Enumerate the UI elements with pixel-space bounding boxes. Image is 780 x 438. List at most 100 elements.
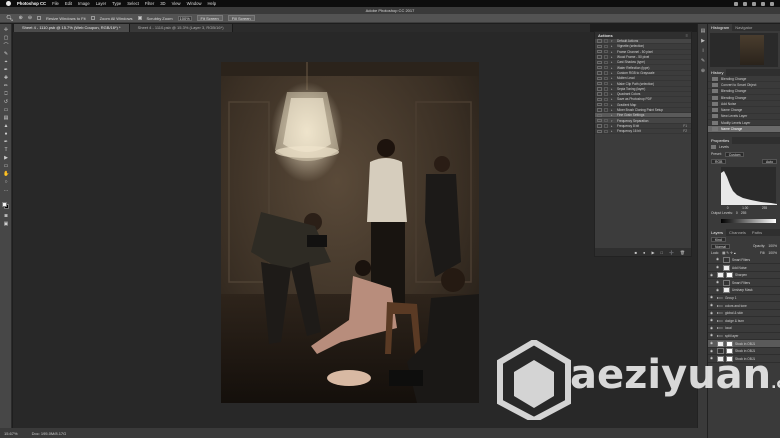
toggle-checkbox[interactable] [597,44,602,49]
layer-mask-thumbnail[interactable] [726,340,733,347]
menu-file[interactable]: File [52,1,59,6]
dialog-toggle[interactable] [604,50,608,54]
layer-row[interactable]: ◉ Smart Filters [708,256,780,265]
layer-row[interactable]: ◉ ▸▭ dodge & burn [708,317,780,326]
visibility-eye-icon[interactable]: ◉ [710,318,715,322]
crop-tool-icon[interactable]: ⌖ [3,60,9,65]
info-icon[interactable]: i [700,48,706,54]
app-name-menu[interactable]: Photoshop CC [17,1,46,6]
scrubby-zoom-checkbox[interactable] [137,16,142,20]
panel-menu-icon[interactable]: ≡ [686,33,688,38]
healing-tool-icon[interactable]: ✚ [3,76,9,81]
document-tab[interactable]: Sheet 4 - 1110.psb @ 15.3% (Layer 3, RGB… [129,24,233,32]
menu-filter[interactable]: Filter [145,1,154,6]
brush-tool-icon[interactable]: ✏ [3,84,9,89]
layer-row[interactable]: ◉ Smart Filters [708,279,780,288]
history-icon[interactable]: ▤ [700,28,706,34]
layer-row[interactable]: ◉ ▸▭ Group 1 [708,295,780,303]
output-gradient[interactable] [721,218,776,223]
play-icon[interactable]: ▶ [651,250,654,255]
toggle-checkbox[interactable] [597,71,602,75]
dialog-toggle[interactable] [604,92,608,96]
blend-mode-select[interactable]: Normal [711,243,730,249]
dialog-toggle[interactable] [604,97,608,102]
status-icon[interactable] [770,1,774,6]
visibility-eye-icon[interactable]: ◉ [716,265,721,269]
dialog-toggle[interactable] [604,81,608,86]
visibility-eye-icon[interactable]: ◉ [710,326,715,330]
new-action-icon[interactable]: ➕ [669,250,674,255]
actions-panel-header[interactable]: Actions ≡ [595,32,691,39]
tab-channels[interactable]: Channels [726,229,749,236]
more-tools-icon[interactable]: … [3,188,9,193]
clone-source-icon[interactable]: ⊕ [700,68,706,74]
toggle-checkbox[interactable] [597,50,602,54]
fit-screen-button[interactable]: Fit Screen [196,15,223,21]
menu-window[interactable]: Window [187,1,202,6]
shape-tool-icon[interactable]: ▭ [3,164,9,169]
toggle-checkbox[interactable] [597,97,602,102]
stop-icon[interactable]: ■ [635,250,637,255]
menu-select[interactable]: Select [127,1,139,6]
layer-row[interactable]: ◉ Sharpen [708,272,780,280]
path-select-tool-icon[interactable]: ▶ [3,156,9,161]
menu-edit[interactable]: Edit [65,1,72,6]
menu-view[interactable]: View [172,1,181,6]
kind-filter-select[interactable]: Kind [711,236,726,242]
lock-icons[interactable]: ▦ ✎ ✛ 🔒︎ [722,251,736,255]
toggle-checkbox[interactable] [597,113,602,117]
opacity-value[interactable]: 100% [768,244,777,248]
visibility-eye-icon[interactable]: ◉ [710,334,715,338]
channel-select[interactable]: RGB [711,158,727,164]
layer-row[interactable]: ◉ ▸▭ global & skin [708,310,780,318]
visibility-eye-icon[interactable]: ◉ [716,288,721,292]
toggle-checkbox[interactable] [597,81,602,86]
blur-tool-icon[interactable]: ▲ [3,124,9,129]
document-size[interactable]: Doc: 195.0M/8.17G [32,431,67,436]
dialog-toggle[interactable] [604,55,608,59]
toggle-checkbox[interactable] [597,65,602,70]
zoom-level[interactable]: 15.67% [4,431,18,436]
foreground-color-swatch[interactable] [2,202,7,207]
resize-windows-checkbox[interactable] [37,16,42,20]
dialog-toggle[interactable] [604,108,608,112]
visibility-eye-icon[interactable]: ◉ [710,273,715,277]
document-tab[interactable]: Sheet 4 - 1110.psb @ 15.7% (Web Coupon, … [14,24,130,32]
preset-select[interactable]: Custom [724,151,745,157]
toggle-checkbox[interactable] [597,108,602,112]
levels-histogram[interactable] [721,166,777,205]
toggle-checkbox[interactable] [597,118,602,123]
visibility-eye-icon[interactable]: ◉ [716,258,721,262]
output-white[interactable]: 255 [741,211,747,215]
tab-properties[interactable]: Properties [708,136,733,144]
lasso-tool-icon[interactable]: ⌒ [3,44,9,49]
dialog-toggle[interactable] [604,60,608,65]
status-icon[interactable] [734,1,738,6]
dialog-toggle[interactable] [604,113,608,117]
layer-row[interactable]: ◉ Add Noise [708,264,780,272]
layer-mask-thumbnail[interactable] [726,272,733,279]
fill-screen-button[interactable]: Fill Screen [227,15,255,21]
zoom-tool-icon[interactable]: ○ [3,180,9,185]
tab-histogram[interactable]: Histogram [708,24,733,31]
new-set-icon[interactable]: □ [661,250,663,255]
visibility-eye-icon[interactable]: ◉ [710,303,715,307]
tab-history[interactable]: History [708,69,727,76]
toggle-checkbox[interactable] [597,124,602,128]
toggle-checkbox[interactable] [597,39,602,43]
navigator-preview[interactable] [710,33,778,67]
toggle-checkbox[interactable] [597,103,602,107]
eraser-tool-icon[interactable]: ▭ [3,108,9,113]
menu-3d[interactable]: 3D [160,1,165,6]
quick-select-tool-icon[interactable]: ✎ [3,52,9,57]
dialog-toggle[interactable] [604,118,608,123]
history-state[interactable]: Name Change [708,126,780,133]
dodge-tool-icon[interactable]: ● [3,132,9,137]
input-gamma[interactable]: 1.00 [742,206,748,210]
gradient-tool-icon[interactable]: ▤ [3,116,9,121]
history-brush-tool-icon[interactable]: ↺ [3,100,9,105]
quick-mask-icon[interactable]: ◙ [3,214,9,219]
menu-help[interactable]: Help [208,1,217,6]
menu-type[interactable]: Type [112,1,121,6]
hand-tool-icon[interactable]: ✋ [3,172,9,177]
